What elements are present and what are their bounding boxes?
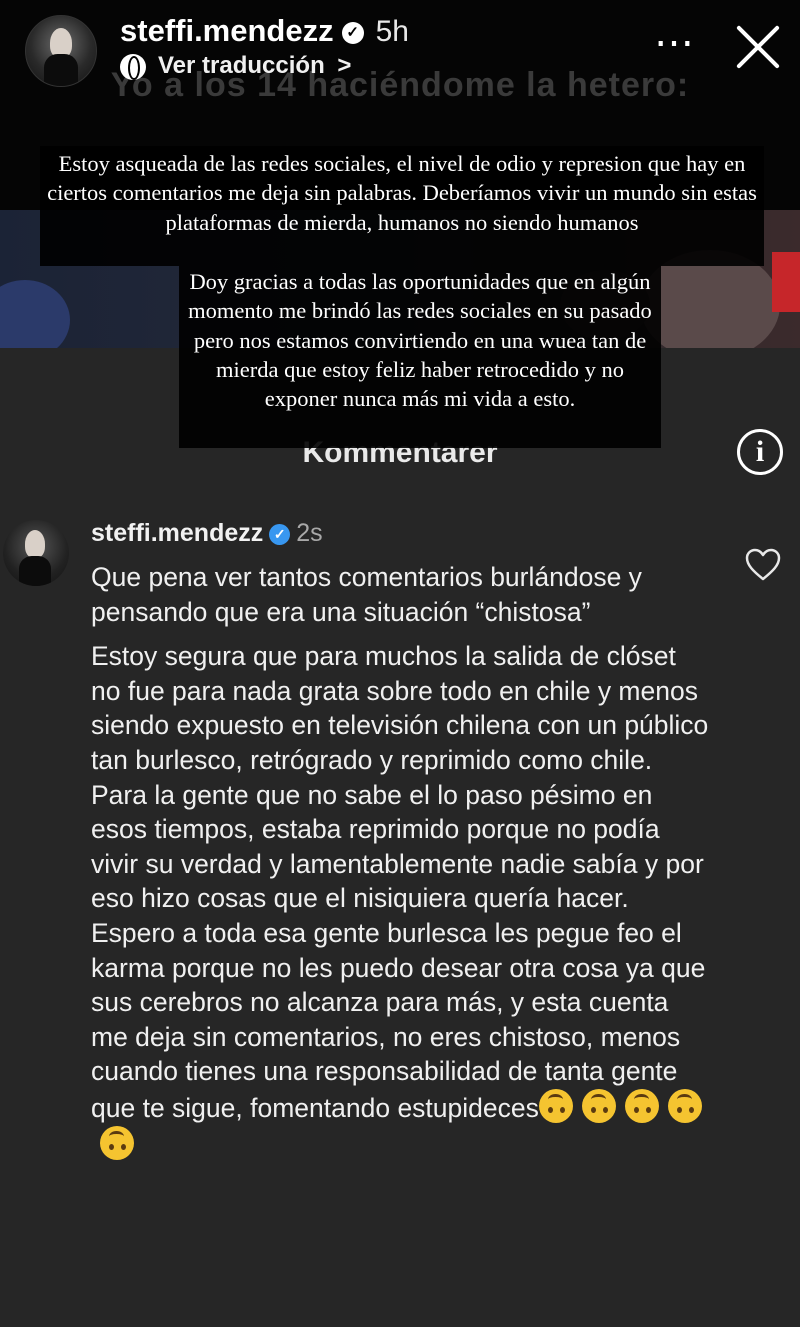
story-text-block-2: Doy gracias a todas las oportunidades qu… [188, 269, 652, 412]
verified-badge-icon: ✓ [341, 21, 364, 44]
comment-header: steffi.mendezz ✓ 2s [91, 519, 323, 548]
upside-down-face-icon [624, 1088, 659, 1123]
avatar-body [19, 556, 51, 586]
upside-down-face-icon [538, 1088, 573, 1123]
close-icon[interactable] [732, 22, 782, 72]
background-shape [640, 250, 780, 360]
avatar[interactable] [25, 15, 97, 87]
comment-body: Que pena ver tantos comentarios burlándo… [91, 560, 711, 1162]
globe-icon [120, 53, 146, 80]
story-username[interactable]: steffi.mendezz [120, 13, 334, 48]
avatar-body [44, 54, 78, 86]
chevron-right-icon: > [337, 52, 352, 79]
comment-timestamp: 2s [296, 519, 323, 547]
story-text-block-1: Estoy asqueada de las redes sociales, el… [47, 151, 757, 235]
more-options-icon[interactable]: ⋯ [654, 23, 697, 63]
comment-paragraph-2: Estoy segura que para muchos la salida d… [91, 641, 709, 1123]
comment-paragraph-1: Que pena ver tantos comentarios burlándo… [91, 562, 642, 627]
story-header: steffi.mendezz ✓ 5h Ver traducción > ⋯ [0, 0, 800, 100]
translate-label: Ver traducción [158, 52, 325, 79]
upside-down-face-icon [667, 1088, 702, 1123]
translate-button[interactable]: Ver traducción > [120, 52, 351, 80]
upside-down-face-icon [581, 1088, 616, 1123]
like-heart-icon[interactable] [745, 548, 781, 582]
story-username-row[interactable]: steffi.mendezz ✓ 5h [120, 13, 409, 49]
comment-username[interactable]: steffi.mendezz [91, 519, 263, 547]
avatar-face [25, 530, 45, 558]
verified-badge-icon: ✓ [269, 523, 291, 545]
comment-paragraph-2-wrapper: Estoy segura que para muchos la salida d… [91, 639, 711, 1162]
upside-down-face-icon [100, 1125, 134, 1160]
background-logo [772, 252, 800, 312]
avatar[interactable] [3, 520, 69, 586]
story-timestamp: 5h [375, 15, 409, 48]
info-icon[interactable]: i [737, 429, 783, 475]
